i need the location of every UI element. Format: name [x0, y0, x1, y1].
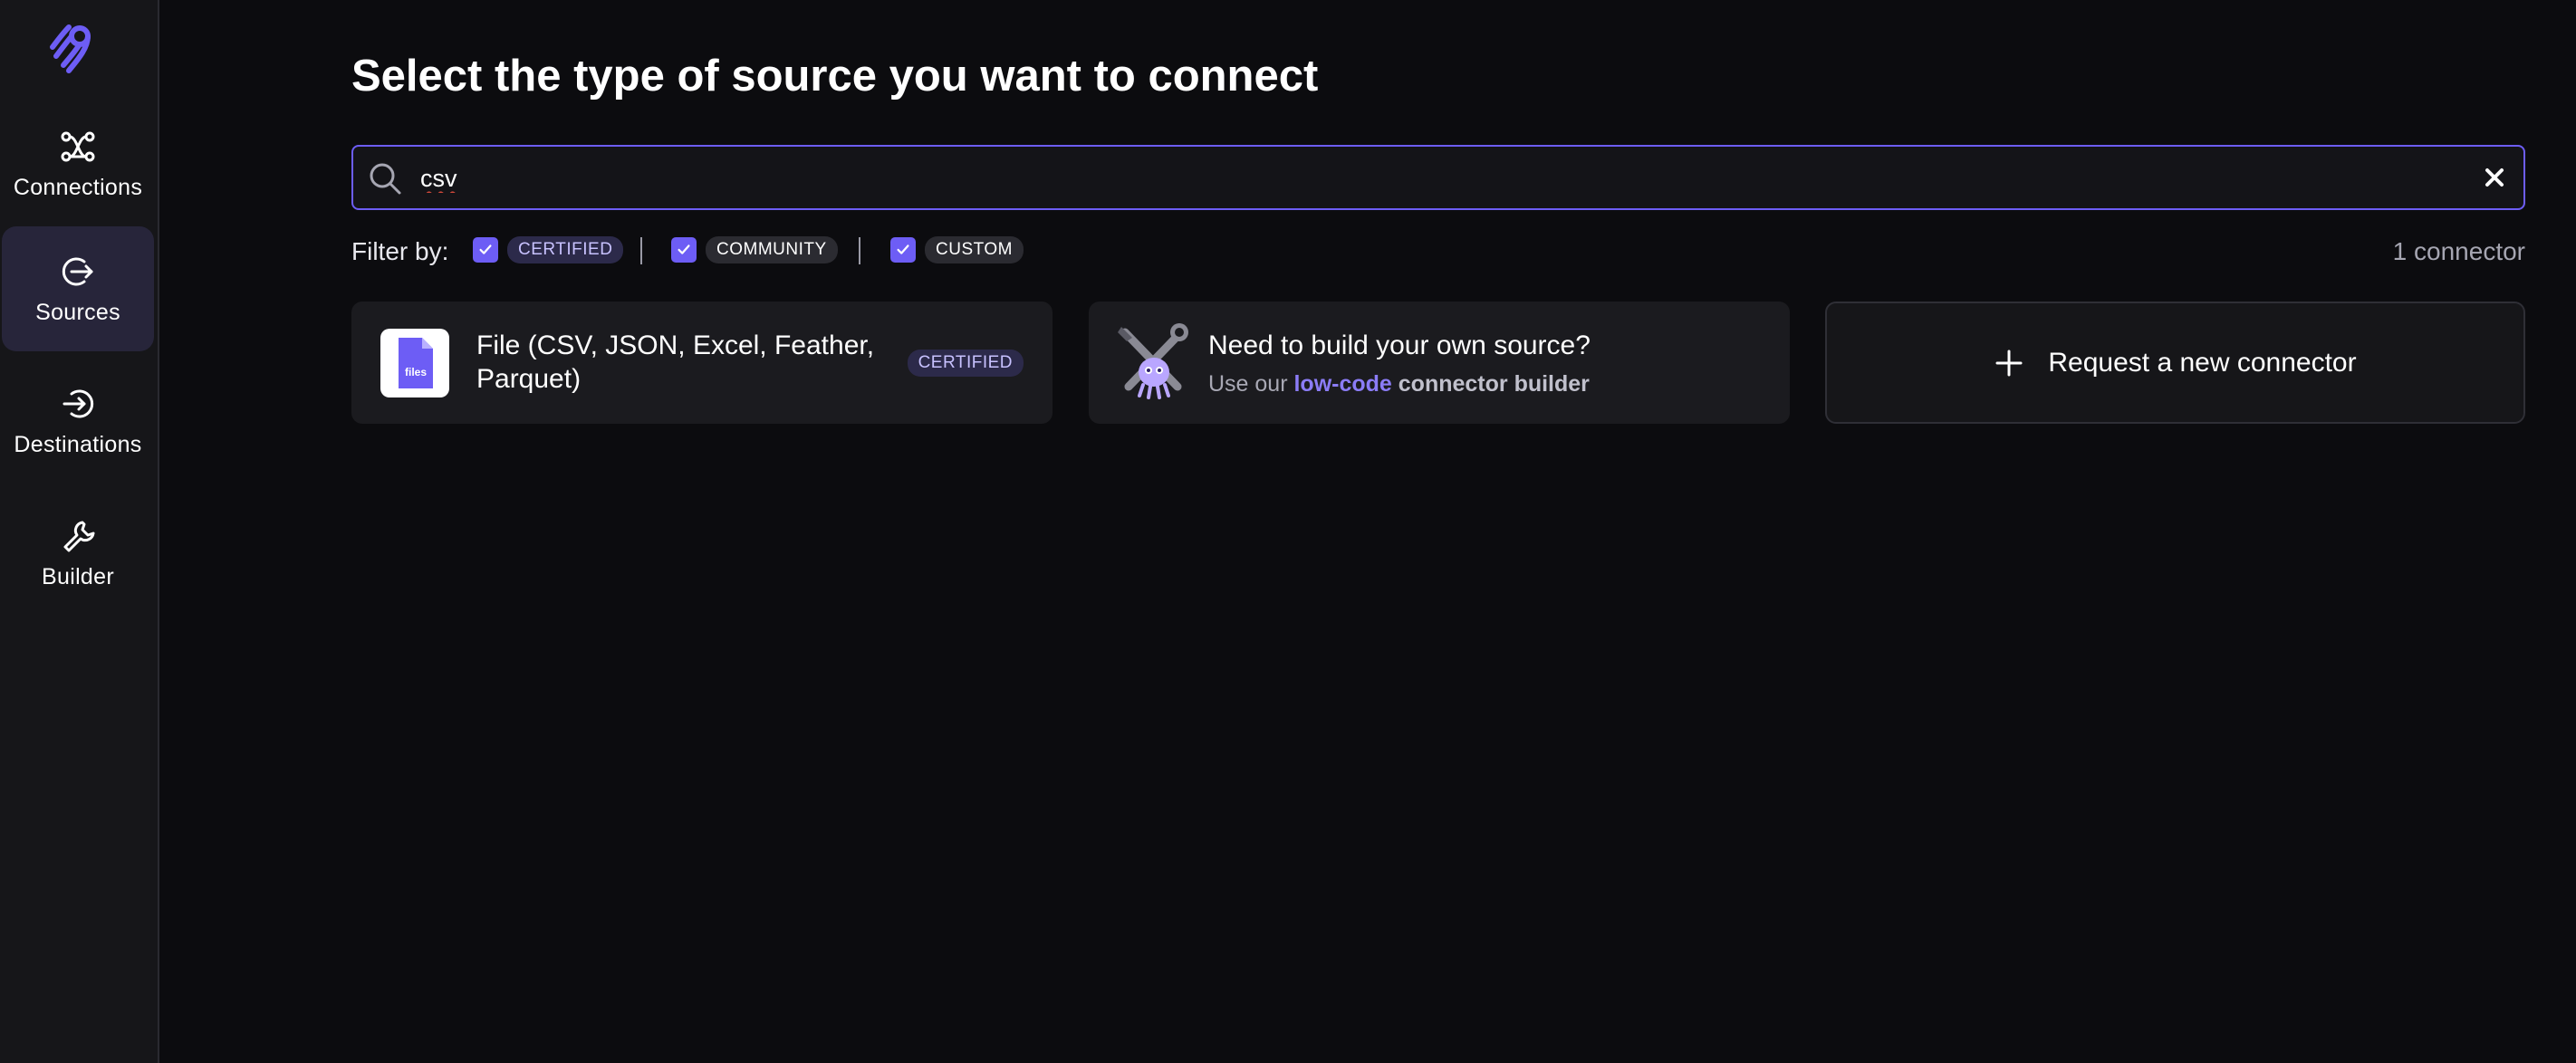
connections-icon — [61, 131, 95, 161]
builder-card-title: Need to build your own source? — [1208, 330, 1591, 360]
custom-badge: CUSTOM — [925, 236, 1024, 263]
request-connector-label: Request a new connector — [2048, 347, 2357, 378]
filter-label: Filter by: — [351, 237, 449, 265]
certified-checkbox[interactable] — [473, 237, 498, 263]
search-icon — [370, 163, 401, 195]
sidebar: Connections Sources Destinations Builder — [0, 0, 159, 1063]
check-icon — [897, 244, 909, 254]
sidebar-item-label: Sources — [35, 299, 120, 325]
connector-count: 1 connector — [2392, 237, 2525, 265]
sidebar-item-label: Builder — [42, 563, 114, 589]
file-connector-icon: files — [380, 329, 449, 397]
sidebar-item-destinations[interactable]: Destinations — [2, 359, 154, 484]
builder-sub-suffix: connector builder — [1391, 371, 1590, 397]
certified-badge: CERTIFIED — [907, 350, 1024, 377]
connector-name: File (CSV, JSON, Excel, Feather, Parquet… — [476, 330, 875, 394]
community-badge: COMMUNITY — [706, 236, 838, 263]
sidebar-item-label: Connections — [13, 174, 143, 200]
filter-divider — [640, 237, 642, 264]
builder-sub-prefix: Use our — [1208, 371, 1294, 397]
sidebar-item-builder[interactable]: Builder — [2, 491, 154, 616]
sidebar-item-label: Destinations — [14, 431, 142, 457]
request-connector-card[interactable]: Request a new connector — [1825, 302, 2525, 424]
builder-mascot-icon — [1114, 321, 1192, 405]
sidebar-item-connections[interactable]: Connections — [2, 101, 154, 226]
sidebar-item-sources[interactable]: Sources — [2, 226, 154, 351]
connector-card-file[interactable]: files File (CSV, JSON, Excel, Feather, P… — [351, 302, 1053, 424]
clear-search-button[interactable] — [2478, 161, 2511, 194]
filter-custom[interactable]: CUSTOM — [890, 236, 1024, 263]
close-icon — [2485, 168, 2504, 187]
connector-builder-card[interactable]: Need to build your own source? Use our l… — [1089, 302, 1790, 424]
low-code-link[interactable]: low-code — [1293, 371, 1391, 397]
search-input[interactable] — [418, 158, 2415, 199]
plus-icon — [1995, 350, 2023, 376]
file-icon-text: files — [405, 366, 427, 378]
check-icon — [678, 244, 690, 254]
filter-community[interactable]: COMMUNITY — [671, 236, 838, 263]
destinations-icon — [62, 389, 94, 417]
builder-icon — [63, 521, 95, 551]
page-title: Select the type of source you want to co… — [351, 52, 1319, 101]
request-connector-button[interactable]: Request a new connector — [1827, 303, 2523, 422]
custom-checkbox[interactable] — [890, 237, 916, 263]
filter-certified[interactable]: CERTIFIED — [473, 236, 624, 263]
check-icon — [479, 244, 492, 254]
sources-icon — [62, 257, 93, 285]
builder-card-subtitle: Use our low-code connector builder — [1208, 371, 1590, 397]
filter-divider — [859, 237, 860, 264]
community-checkbox[interactable] — [671, 237, 697, 263]
filter-row: Filter by: CERTIFIED COMMUNITY CUSTOM 1 … — [351, 234, 2525, 270]
certified-badge: CERTIFIED — [507, 236, 624, 263]
airbyte-logo-icon[interactable] — [42, 14, 105, 78]
search-box[interactable] — [351, 145, 2525, 210]
